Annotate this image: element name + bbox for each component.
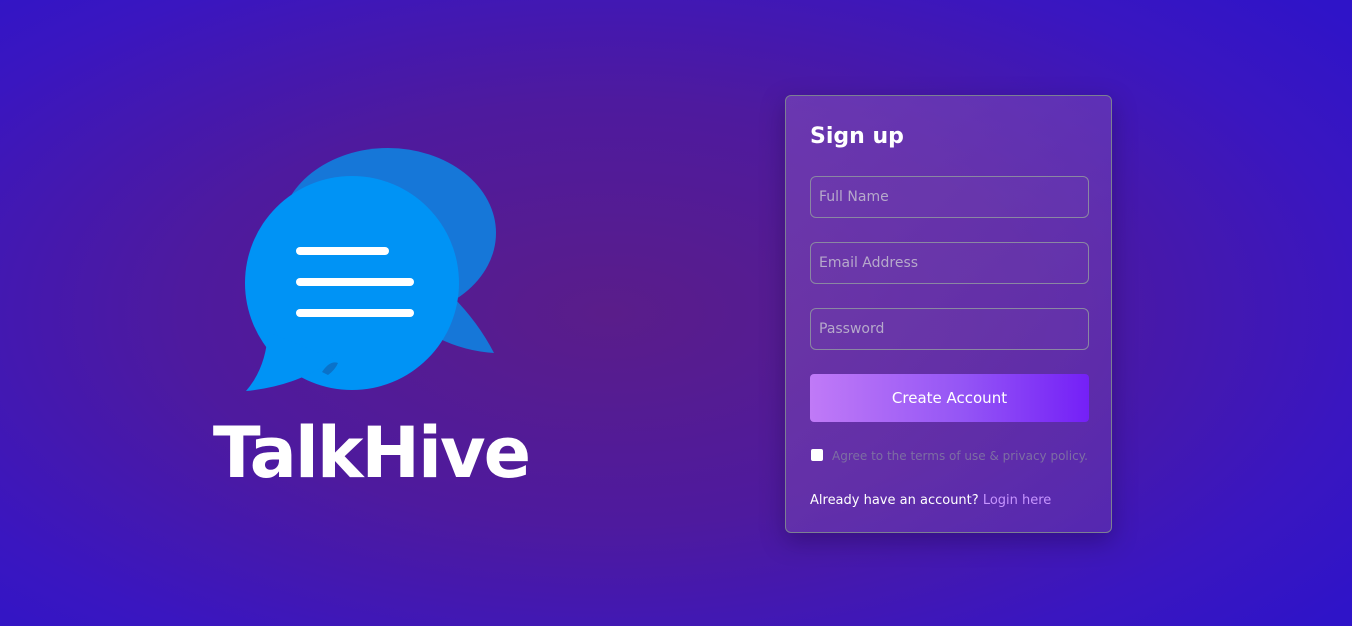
login-link[interactable]: Login here bbox=[983, 493, 1052, 508]
chat-bubbles-icon bbox=[245, 148, 496, 391]
front-bubble bbox=[245, 176, 459, 391]
terms-row: Agree to the terms of use & privacy poli… bbox=[811, 448, 1101, 466]
login-prompt: Already have an account? bbox=[810, 493, 979, 508]
email-input[interactable] bbox=[810, 242, 1089, 284]
login-prompt-row: Already have an account? Login here bbox=[810, 492, 1051, 510]
password-input[interactable] bbox=[810, 308, 1089, 350]
terms-label: Agree to the terms of use & privacy poli… bbox=[832, 449, 1088, 463]
brand: TalkHive bbox=[210, 130, 540, 500]
signup-card: Sign up Create Account Agree to the term… bbox=[785, 95, 1112, 533]
terms-checkbox[interactable] bbox=[811, 449, 823, 461]
signup-title: Sign up bbox=[810, 124, 904, 149]
brand-name: TalkHive bbox=[212, 412, 531, 494]
full-name-input[interactable] bbox=[810, 176, 1089, 218]
create-account-button[interactable]: Create Account bbox=[810, 374, 1089, 422]
